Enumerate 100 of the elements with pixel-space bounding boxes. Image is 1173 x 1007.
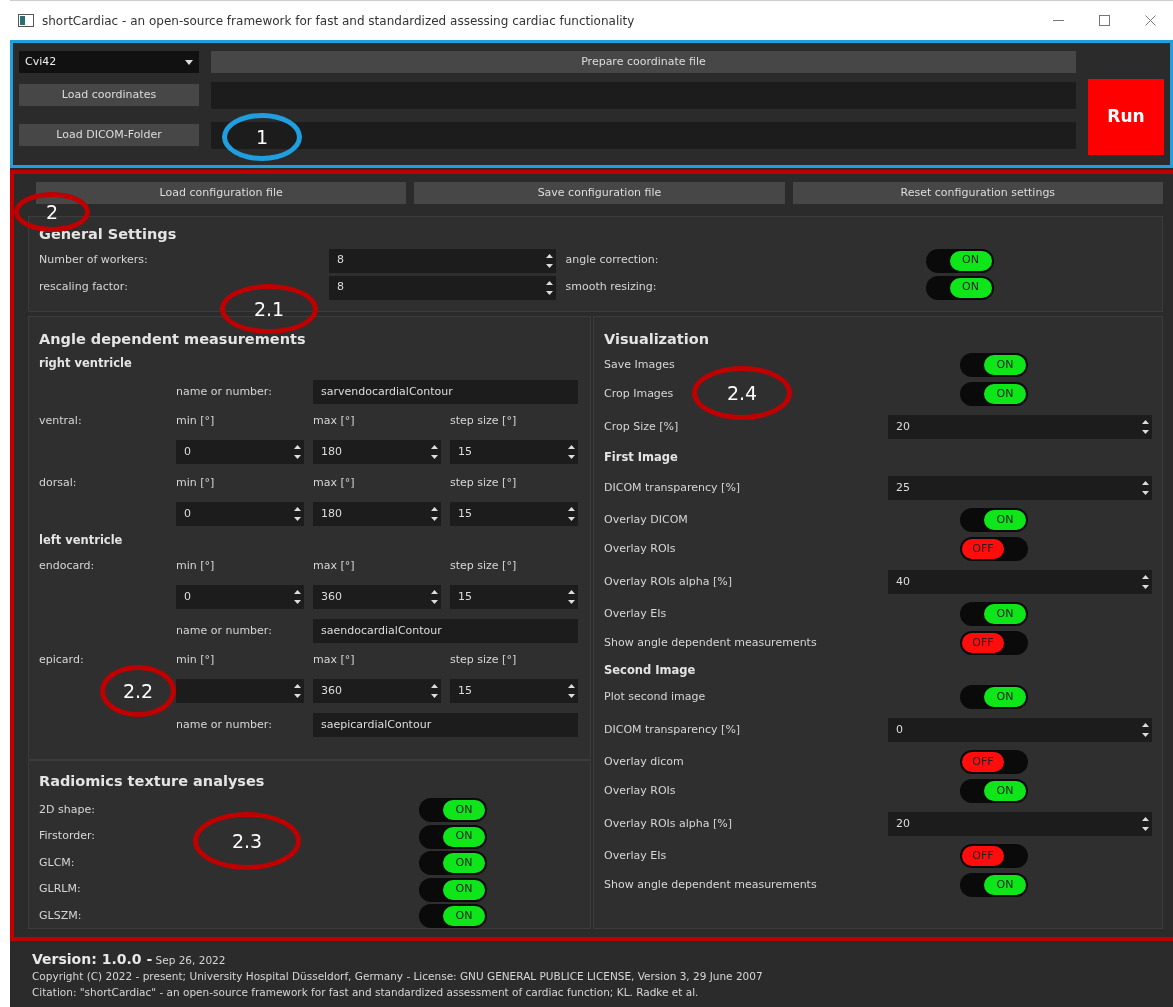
toggle-switch[interactable]: ON (925, 248, 994, 273)
annotation-marker: 1 (222, 113, 302, 161)
field-label: max [°] (313, 558, 355, 574)
config-button[interactable]: Reset configuration settings (792, 182, 1163, 204)
stepper-icon[interactable] (430, 682, 439, 701)
toggle-label: Show angle dependent measurements (604, 877, 817, 893)
number-field[interactable] (176, 679, 304, 704)
toggle-switch[interactable]: ON (419, 851, 487, 875)
stepper-icon[interactable] (544, 278, 554, 297)
text-field[interactable]: saendocardialContour (313, 619, 578, 644)
number-field[interactable]: 8 (329, 248, 556, 273)
toggle-label: Plot second image (604, 689, 706, 705)
toggle-switch[interactable]: OFF (960, 631, 1028, 656)
number-field[interactable]: 20 (888, 811, 1152, 836)
stepper-icon[interactable] (567, 505, 576, 523)
toggle-switch[interactable]: ON (419, 824, 487, 849)
toggle-switch[interactable]: ON (960, 873, 1028, 898)
toggle-switch[interactable]: OFF (960, 844, 1028, 869)
toggle-switch[interactable]: ON (960, 602, 1028, 627)
toggle-label: Overlay ROIs (604, 541, 676, 557)
stepper-icon[interactable] (1141, 572, 1150, 591)
number-field[interactable]: 0 (176, 585, 304, 610)
stepper-icon[interactable] (293, 443, 302, 461)
toggle-switch[interactable]: ON (960, 382, 1028, 407)
stepper-icon[interactable] (293, 588, 302, 607)
stepper-icon[interactable] (1141, 814, 1150, 833)
field-label: min [°] (176, 474, 215, 491)
number-field[interactable]: 180 (313, 440, 441, 464)
field-label: step size [°] (450, 412, 517, 429)
field-label: max [°] (313, 474, 355, 491)
field-label: name or number: (176, 623, 272, 639)
stepper-icon[interactable] (567, 682, 576, 701)
field-label: step size [°] (450, 652, 517, 668)
load-coordinates-button[interactable]: Load coordinates (19, 84, 199, 106)
toggle-label: Show angle dependent measurements (604, 635, 817, 651)
text-field[interactable]: saepicardialContour (313, 713, 578, 738)
toggle-switch[interactable]: ON (960, 779, 1028, 804)
toggle-label: Firstorder: (39, 829, 95, 843)
toggle-switch[interactable]: ON (419, 877, 487, 902)
version-text: Version: 1.0.0 - Sep 26, 2022 (32, 950, 227, 969)
toggle-label: smooth resizing: (565, 279, 657, 296)
field-label: endocard: (39, 558, 95, 575)
stepper-icon[interactable] (430, 588, 439, 607)
toggle-switch[interactable]: OFF (960, 750, 1028, 775)
number-field[interactable]: 0 (176, 440, 304, 464)
number-field[interactable]: 0 (888, 717, 1152, 742)
field-label: Overlay ROIs alpha [%] (604, 573, 733, 590)
load-dicom-button[interactable]: Load DICOM-Folder (19, 124, 199, 146)
stepper-icon[interactable] (430, 505, 439, 523)
subsection-title: First Image (604, 448, 678, 466)
number-field[interactable]: 15 (450, 440, 578, 464)
stepper-icon[interactable] (293, 682, 302, 701)
field-label: Crop Size [%] (604, 418, 679, 435)
toggle-switch[interactable]: OFF (960, 537, 1028, 562)
toggle-switch[interactable]: ON (925, 275, 994, 300)
number-field[interactable]: 15 (450, 502, 578, 526)
stepper-icon[interactable] (1141, 478, 1150, 497)
number-field[interactable]: 20 (888, 414, 1152, 439)
number-field[interactable]: 0 (176, 502, 304, 526)
toggle-switch[interactable]: ON (419, 798, 487, 822)
number-field[interactable]: 180 (313, 502, 441, 526)
number-field[interactable]: 360 (313, 585, 441, 610)
toggle-label: 2D shape: (39, 802, 95, 816)
field-label: name or number: (176, 383, 272, 400)
config-button[interactable]: Save configuration file (414, 182, 785, 204)
number-field[interactable]: 15 (450, 679, 578, 704)
field-label: min [°] (176, 652, 215, 668)
field-label: step size [°] (450, 558, 517, 574)
stepper-icon[interactable] (1141, 417, 1150, 436)
number-field[interactable]: 25 (888, 475, 1152, 500)
toggle-switch[interactable]: ON (419, 904, 487, 928)
number-field[interactable]: 40 (888, 569, 1152, 594)
number-field[interactable]: 360 (313, 679, 441, 704)
toggle-switch[interactable]: ON (960, 685, 1028, 710)
number-field[interactable]: 8 (329, 275, 556, 300)
section-title: Visualization (604, 330, 711, 349)
stepper-icon[interactable] (544, 251, 554, 270)
stepper-icon[interactable] (293, 505, 302, 523)
prepare-button[interactable]: Prepare coordinate file (211, 51, 1076, 73)
config-button[interactable]: Load configuration file (36, 182, 407, 204)
format-dropdown[interactable]: Cvi42 (19, 51, 199, 73)
field-label: max [°] (313, 652, 355, 668)
number-field[interactable]: 15 (450, 585, 578, 610)
path-field[interactable] (211, 121, 1076, 149)
toggle-label: Overlay EIs (604, 606, 667, 622)
field-label: name or number: (176, 717, 272, 733)
field-label: min [°] (176, 412, 215, 429)
text-field[interactable]: sarvendocardialContour (313, 380, 578, 404)
field-label: Overlay ROIs alpha [%] (604, 815, 733, 832)
copyright-text: Copyright (C) 2022 - present; University Hospital Düsseldorf, Germany - License: GNU GENERAL PUBLICE LICENSE, Version 3, 29 June 2007 (32, 969, 764, 985)
stepper-icon[interactable] (567, 588, 576, 607)
stepper-icon[interactable] (1141, 720, 1150, 739)
field-label: dorsal: (39, 475, 77, 491)
field-label: epicard: (39, 652, 84, 669)
stepper-icon[interactable] (567, 443, 576, 461)
stepper-icon[interactable] (430, 443, 439, 461)
toggle-switch[interactable]: ON (960, 353, 1028, 378)
toggle-switch[interactable]: ON (960, 508, 1028, 533)
run-button[interactable]: Run (1088, 79, 1164, 155)
annotation-marker: 2.3 (193, 812, 301, 870)
